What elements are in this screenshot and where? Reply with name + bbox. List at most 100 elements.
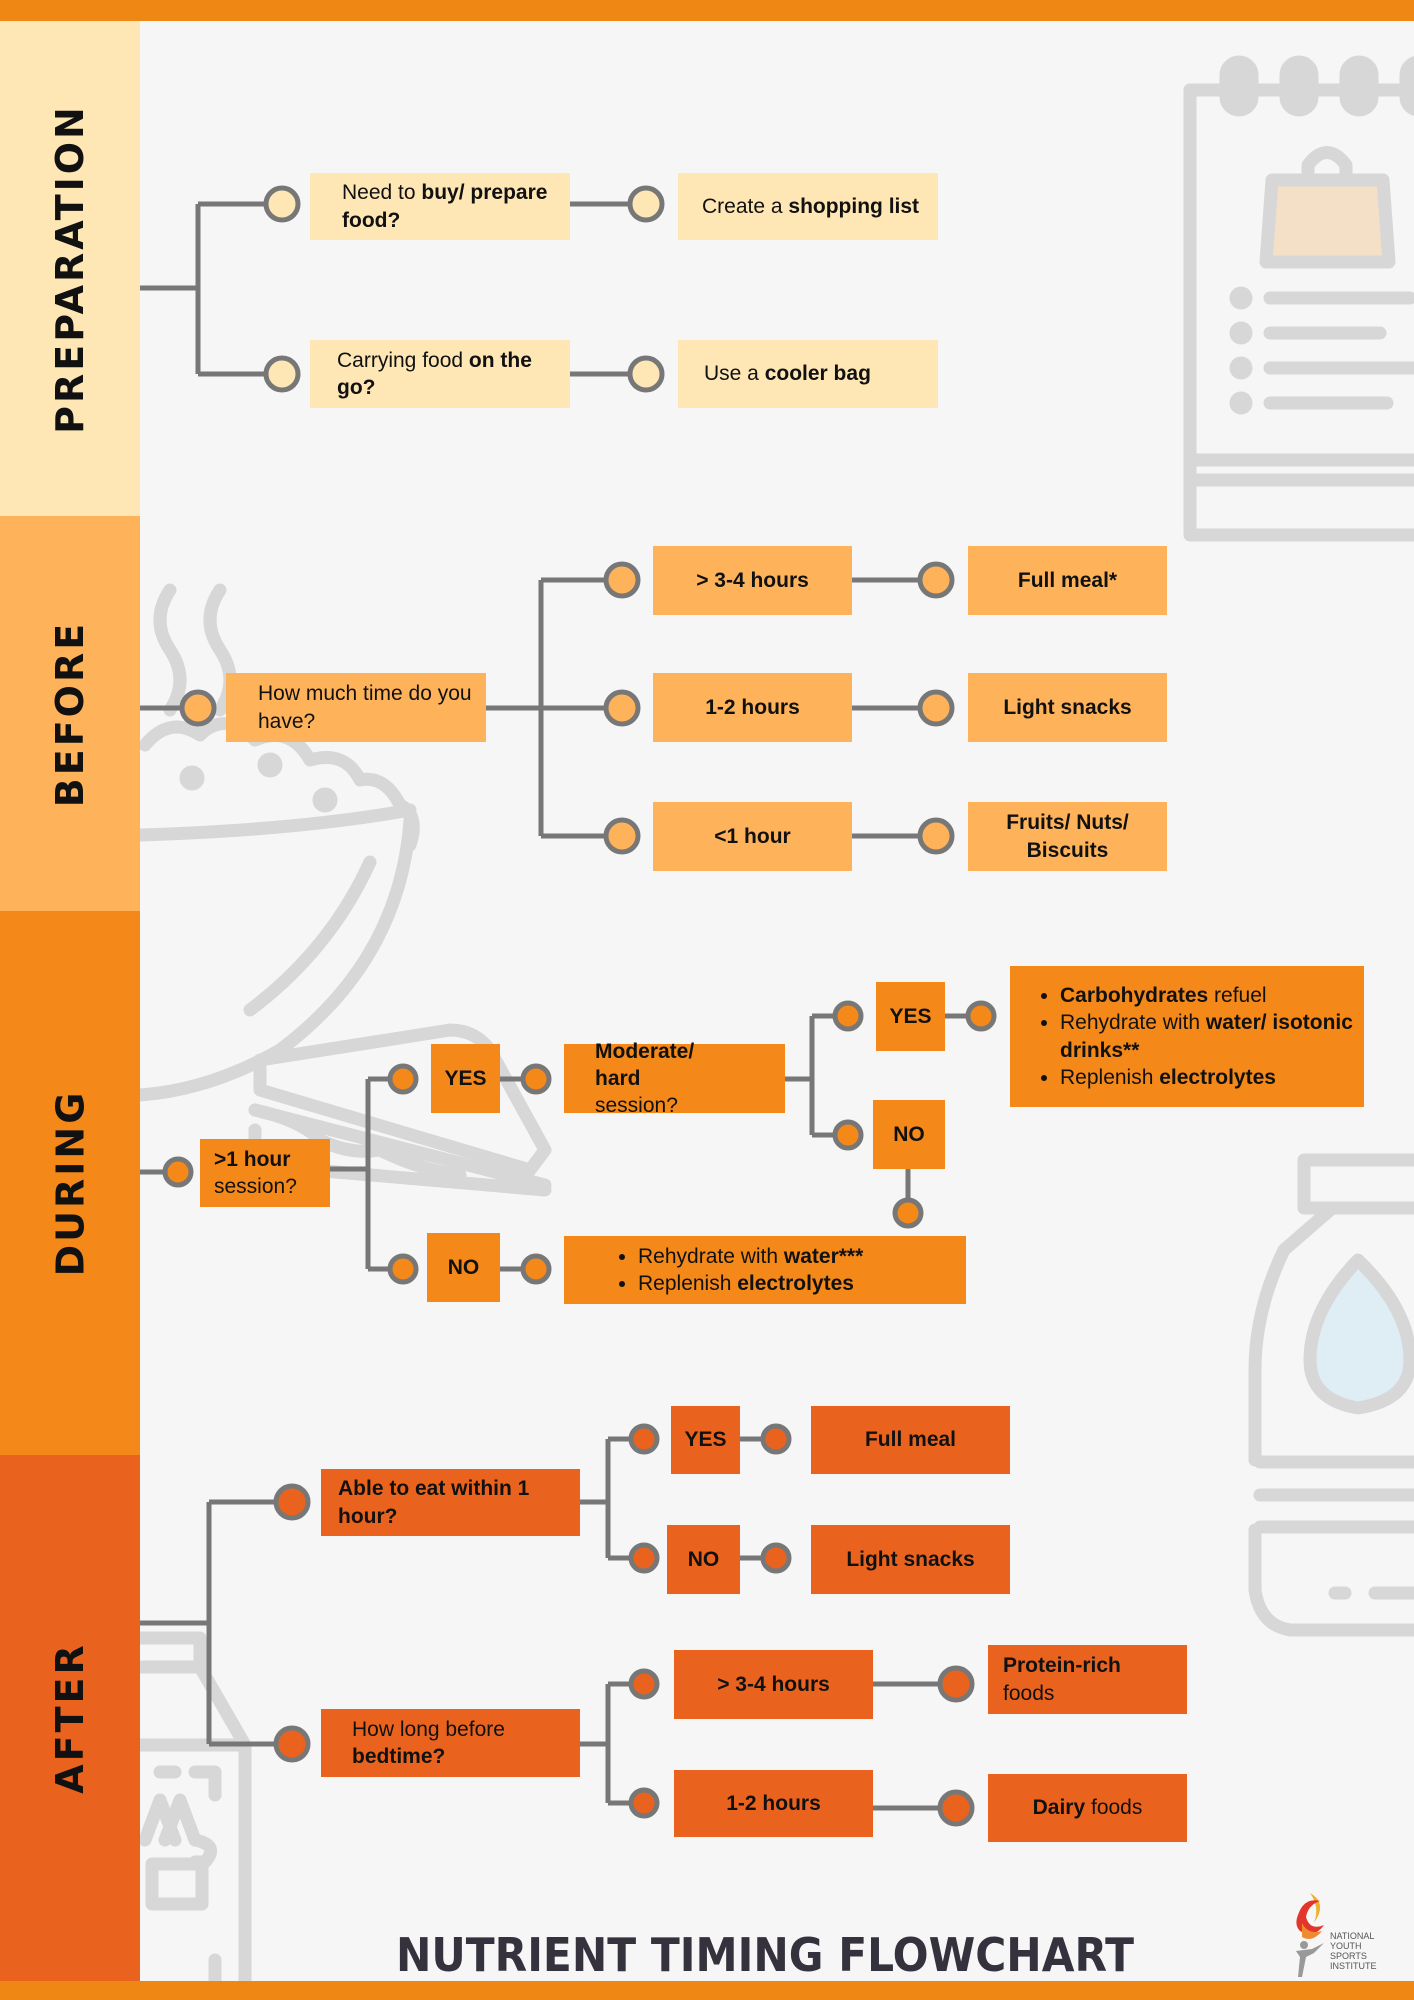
prep-question-buy: Need to buy/ prepare food? bbox=[310, 173, 570, 240]
nysi-logo: NATIONAL YOUTH SPORTS INSTITUTE bbox=[1290, 1885, 1410, 1980]
after-result-full-meal: Full meal bbox=[811, 1406, 1010, 1474]
text: Rehydrate with bbox=[1060, 1011, 1206, 1035]
bullet-item: Replenish electrolytes bbox=[638, 1270, 863, 1297]
bold-text: shopping list bbox=[788, 194, 920, 218]
torch-flame-icon bbox=[1296, 1893, 1324, 1977]
bold-text: electrolytes bbox=[737, 1272, 854, 1295]
logo-line: SPORTS bbox=[1330, 1951, 1367, 1961]
connector-node bbox=[627, 355, 665, 393]
bullet-item: Rehydrate with water/ isotonic drinks** bbox=[1060, 1009, 1364, 1064]
text: refuel bbox=[1208, 983, 1267, 1007]
during-no: NO bbox=[427, 1233, 500, 1302]
bold-text: bedtime? bbox=[352, 1745, 446, 1768]
after-question-bedtime: How long before bedtime? bbox=[321, 1709, 580, 1777]
bold-text: >1 hour bbox=[214, 1147, 291, 1171]
bold-text: electrolytes bbox=[1159, 1065, 1276, 1089]
connector-node bbox=[937, 1789, 975, 1827]
prep-question-carrying: Carrying food on the go? bbox=[310, 340, 570, 408]
connector-node bbox=[760, 1423, 792, 1455]
text: Create a bbox=[702, 194, 789, 218]
connector-node bbox=[937, 1665, 975, 1703]
bullet-item: Replenish electrolytes bbox=[1060, 1064, 1364, 1091]
text: How long before bedtime? bbox=[352, 1716, 580, 1771]
connector-node bbox=[263, 185, 301, 223]
text: Replenish bbox=[1060, 1065, 1160, 1089]
connector-node bbox=[832, 1119, 864, 1151]
bold-text: Carbohydrates bbox=[1060, 983, 1209, 1007]
before-option-under-1-hour: <1 hour bbox=[653, 802, 852, 871]
connector-node bbox=[628, 1423, 660, 1455]
connector-node bbox=[603, 561, 641, 599]
connector-node bbox=[273, 1725, 311, 1763]
text: Rehydrate with water/ isotonic drinks** bbox=[1060, 1011, 1353, 1061]
bold-text: water*** bbox=[783, 1244, 864, 1268]
connector-node bbox=[917, 817, 955, 855]
before-result-full-meal: Full meal* bbox=[968, 546, 1167, 615]
connector-node bbox=[892, 1197, 924, 1229]
bullet-item: Rehydrate with water*** bbox=[638, 1243, 863, 1270]
during-yes: YES bbox=[431, 1044, 500, 1113]
text: Create a shopping list bbox=[702, 193, 919, 220]
text: Replenish electrolytes bbox=[638, 1272, 854, 1295]
bullet-item: Carbohydrates refuel bbox=[1060, 982, 1364, 1009]
text: Carbohydrates refuel bbox=[1060, 984, 1267, 1007]
connector-node bbox=[520, 1253, 552, 1285]
text: Replenish electrolytes bbox=[1060, 1066, 1276, 1089]
connector-node bbox=[273, 1483, 311, 1521]
connector-node bbox=[179, 689, 217, 727]
during-sub-question: Moderate/ hard session? bbox=[564, 1040, 785, 1117]
logo-line: YOUTH bbox=[1330, 1941, 1362, 1951]
connector-node bbox=[387, 1063, 419, 1095]
text: Use a bbox=[704, 362, 765, 386]
during-no-result-list: Rehydrate with water*** Replenish electro… bbox=[614, 1243, 863, 1298]
before-question: How much time do you have? bbox=[226, 673, 486, 742]
during-sub-yes: YES bbox=[876, 982, 945, 1051]
connector-node bbox=[917, 689, 955, 727]
text: session? bbox=[595, 1094, 678, 1118]
before-option-1-2-hours: 1-2 hours bbox=[653, 673, 852, 742]
after-yes: YES bbox=[671, 1406, 740, 1474]
text: Rehydrate with water*** bbox=[638, 1245, 863, 1268]
logo-line: INSTITUTE bbox=[1330, 1961, 1377, 1971]
before-result-fruits: Fruits/ Nuts/ Biscuits bbox=[968, 802, 1167, 871]
connector-node bbox=[965, 1000, 997, 1032]
before-option-3-4-hours: > 3-4 hours bbox=[653, 546, 852, 615]
during-sub-no: NO bbox=[873, 1100, 945, 1169]
after-option-1-2-hours: 1-2 hours bbox=[674, 1770, 873, 1837]
connector-node bbox=[628, 1668, 660, 1700]
before-result-light-snacks: Light snacks bbox=[968, 673, 1167, 742]
text: Rehydrate with bbox=[638, 1244, 784, 1268]
text: foods bbox=[1003, 1681, 1055, 1705]
logo-text: NATIONAL YOUTH SPORTS INSTITUTE bbox=[1330, 1931, 1377, 1971]
after-no: NO bbox=[667, 1525, 740, 1594]
connector-node bbox=[263, 355, 301, 393]
text: Use a cooler bag bbox=[704, 360, 871, 387]
text: How long before bbox=[352, 1717, 505, 1741]
text: Need to buy/ prepare food? bbox=[342, 179, 570, 234]
connector-node bbox=[520, 1063, 552, 1095]
during-yes-result-list: Carbohydrates refuel Rehydrate with water… bbox=[1036, 982, 1364, 1091]
after-result-protein: Protein-rich foods bbox=[988, 1645, 1187, 1714]
text: foods bbox=[1085, 1796, 1143, 1820]
text: >1 hour session? bbox=[214, 1146, 330, 1201]
bold-text: Dairy bbox=[1032, 1796, 1086, 1820]
bold-text: Protein-rich bbox=[1003, 1654, 1121, 1678]
during-yes-result: Carbohydrates refuel Rehydrate with water… bbox=[1010, 966, 1364, 1107]
text: Need to bbox=[342, 181, 422, 205]
text: session? bbox=[214, 1175, 297, 1198]
after-option-3-4-hours: > 3-4 hours bbox=[674, 1650, 873, 1719]
prep-answer-cooler-bag: Use a cooler bag bbox=[678, 340, 938, 408]
text: Dairy foods bbox=[1033, 1794, 1143, 1821]
bold-text: Moderate/ hard bbox=[595, 1039, 695, 1090]
connector-node bbox=[917, 561, 955, 599]
connector-node bbox=[832, 1000, 864, 1032]
connector-node bbox=[387, 1253, 419, 1285]
text: Moderate/ hard session? bbox=[595, 1038, 725, 1120]
after-result-dairy: Dairy foods bbox=[988, 1774, 1187, 1842]
connector-node bbox=[628, 1542, 660, 1574]
connector-node bbox=[162, 1156, 194, 1188]
connector-node bbox=[627, 185, 665, 223]
connector-node bbox=[603, 817, 641, 855]
connector-node bbox=[603, 689, 641, 727]
during-no-result: Rehydrate with water*** Replenish electro… bbox=[564, 1236, 966, 1304]
